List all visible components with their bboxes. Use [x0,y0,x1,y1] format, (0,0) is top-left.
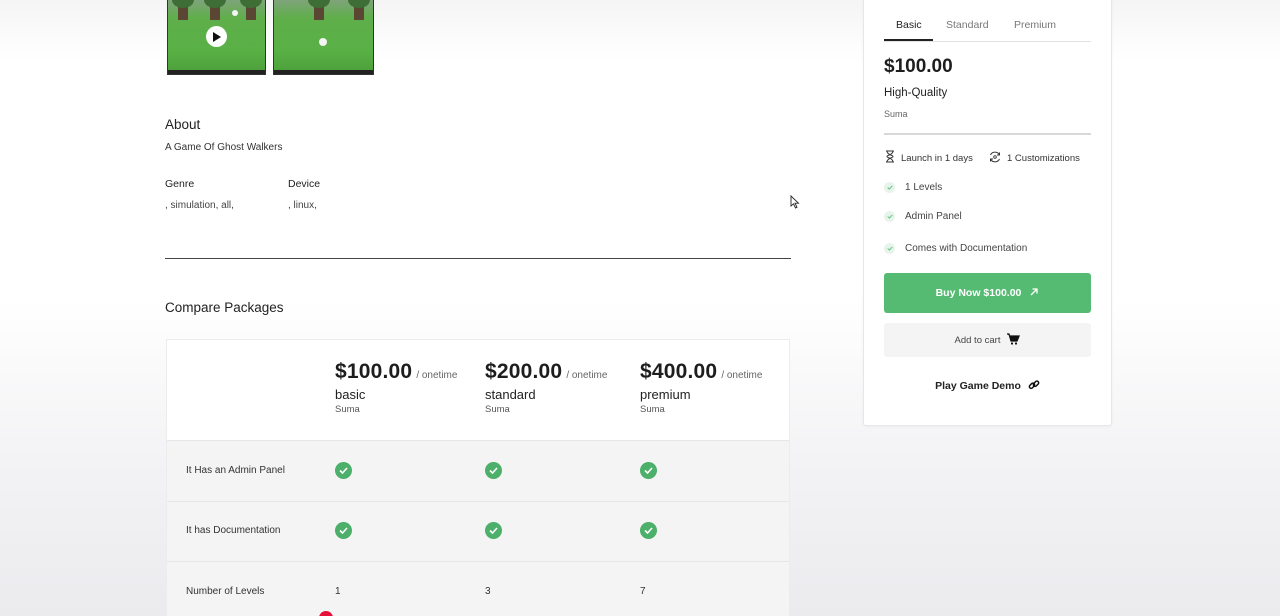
compare-heading: Compare Packages [165,300,284,315]
genre-label: Genre [165,178,195,190]
active-tab-indicator [884,39,933,41]
launch-text: Launch in 1 days [901,152,973,164]
check-icon [335,462,352,479]
package-column-basic: $100.00/ onetime basic Suma [335,360,457,415]
package-seller: Suma [640,404,665,415]
package-period: / onetime [566,370,608,381]
feature-text: Admin Panel [905,211,962,222]
buy-now-button[interactable]: Buy Now $100.00 [884,273,1091,313]
link-icon [1028,379,1040,394]
buy-now-label: Buy Now $100.00 [935,287,1022,299]
refresh-icon [988,150,1002,167]
genre-value: , simulation, all, [165,200,234,211]
about-description: A Game Of Ghost Walkers [165,142,283,153]
about-heading: About [165,117,201,132]
tab-standard[interactable]: Standard [946,19,989,31]
check-icon [485,522,502,539]
package-period: / onetime [416,370,458,381]
table-row: Number of Levels 1 3 7 [167,561,789,616]
video-thumbnail[interactable] [167,0,266,75]
feature-item: Comes with Documentation [884,243,1027,254]
play-icon[interactable] [206,26,227,47]
check-icon [884,243,895,254]
device-label: Device [288,178,321,190]
feature-item: Admin Panel [884,211,962,222]
tab-divider [884,41,1091,42]
cell-value: 7 [640,586,646,597]
check-icon [640,522,657,539]
cell-value: 1 [335,586,341,597]
package-seller: Suma [335,404,360,415]
package-price: $200.00 [485,360,563,383]
mouse-cursor-icon [790,194,800,214]
package-price: $400.00 [640,360,718,383]
check-icon [640,462,657,479]
customizations-text: 1 Customizations [1007,153,1080,164]
package-card: Basic Standard Premium $100.00 High-Qual… [863,0,1112,426]
launch-stat: Launch in 1 days [884,150,973,166]
add-to-cart-label: Add to cart [954,334,1001,346]
hourglass-icon [884,150,896,166]
arrow-up-right-icon [1029,287,1039,300]
device-value: , linux, [288,200,317,211]
table-row: It Has an Admin Panel [167,440,789,501]
row-label: It has Documentation [186,525,281,536]
check-icon [485,462,502,479]
package-name: standard [485,387,536,402]
package-period: / onetime [721,370,763,381]
check-icon [884,182,895,193]
card-quality: High-Quality [884,87,948,99]
cart-icon [1006,332,1021,348]
package-column-premium: $400.00/ onetime premium Suma [640,360,762,415]
tab-basic[interactable]: Basic [896,19,922,31]
package-name: premium [640,387,691,402]
package-seller: Suma [485,404,510,415]
card-divider [884,133,1091,135]
image-thumbnail[interactable] [273,0,374,75]
package-price: $100.00 [335,360,413,383]
feature-item: 1 Levels [884,182,942,193]
customizations-stat: 1 Customizations [988,150,1080,167]
feature-text: Comes with Documentation [905,243,1028,254]
compare-table: $100.00/ onetime basic Suma $200.00/ one… [166,339,790,616]
package-column-standard: $200.00/ onetime standard Suma [485,360,607,415]
table-row: It has Documentation [167,501,789,561]
check-icon [335,522,352,539]
row-label: Number of Levels [186,586,265,597]
card-seller: Suma [884,109,908,119]
cell-value: 3 [485,586,491,597]
package-name: basic [335,387,366,402]
check-icon [884,211,895,222]
row-label: It Has an Admin Panel [186,465,285,476]
feature-text: 1 Levels [905,182,943,193]
add-to-cart-button[interactable]: Add to cart [884,323,1091,357]
section-divider [165,258,791,259]
card-price: $100.00 [884,56,953,77]
tab-premium[interactable]: Premium [1014,19,1056,31]
play-demo-label: Play Game Demo [935,380,1021,392]
play-demo-link[interactable]: Play Game Demo [884,377,1091,395]
